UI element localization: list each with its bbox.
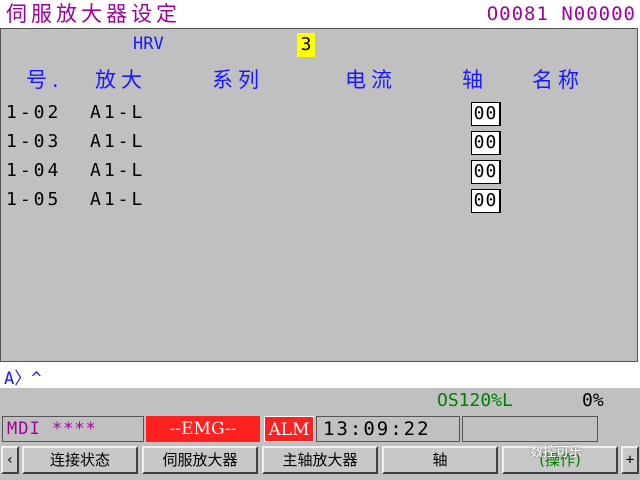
softkey-servo-amplifier[interactable]: 伺服放大器 — [142, 446, 258, 474]
axis-input[interactable]: 00 — [471, 102, 501, 126]
status-blank-field — [462, 416, 598, 442]
column-header-name: 名称 — [532, 68, 584, 92]
row-amplifier: A1-L — [90, 102, 146, 123]
watermark: 数控可乐 — [530, 445, 583, 460]
key-input-line[interactable] — [0, 362, 640, 388]
axis-input[interactable]: 00 — [471, 189, 501, 213]
mode-indicator: MDI **** — [2, 416, 144, 442]
row-amplifier: A1-L — [90, 131, 146, 152]
override-readout: OS120%L — [437, 390, 513, 411]
column-header-series: 系列 — [212, 68, 264, 92]
emergency-badge: --EMG-- — [146, 416, 260, 442]
column-header-number: 号. — [26, 68, 64, 92]
hrv-label: HRV — [133, 34, 164, 54]
softkey-prev-arrow[interactable]: ‹ — [1, 446, 19, 474]
column-header-current: 电流 — [345, 68, 397, 92]
softkey-spindle-amplifier[interactable]: 主轴放大器 — [262, 446, 378, 474]
clock: 13:09:22 — [316, 416, 460, 442]
axis-input[interactable]: 00 — [471, 160, 501, 184]
row-amplifier: A1-L — [90, 189, 146, 210]
row-amplifier: A1-L — [90, 160, 146, 181]
row-number: 1-05 — [6, 189, 62, 210]
screen-title: 伺服放大器设定 — [6, 2, 181, 26]
row-number: 1-03 — [6, 131, 62, 152]
key-input-buffer: A〉^ — [4, 369, 42, 389]
column-header-amplifier: 放大 — [95, 68, 147, 92]
row-number: 1-04 — [6, 160, 62, 181]
load-percent: 0% — [582, 390, 604, 411]
softkey-connection-status[interactable]: 连接状态 — [22, 446, 138, 474]
hrv-value-field[interactable]: 3 — [297, 33, 315, 57]
softkey-axis[interactable]: 轴 — [382, 446, 498, 474]
program-number: O0081 N00000 — [486, 3, 636, 25]
row-number: 1-02 — [6, 102, 62, 123]
alarm-badge: ALM — [264, 416, 314, 442]
softkey-next-arrow[interactable]: + — [621, 446, 639, 474]
column-header-axis: 轴 — [462, 68, 488, 92]
axis-input[interactable]: 00 — [471, 131, 501, 155]
